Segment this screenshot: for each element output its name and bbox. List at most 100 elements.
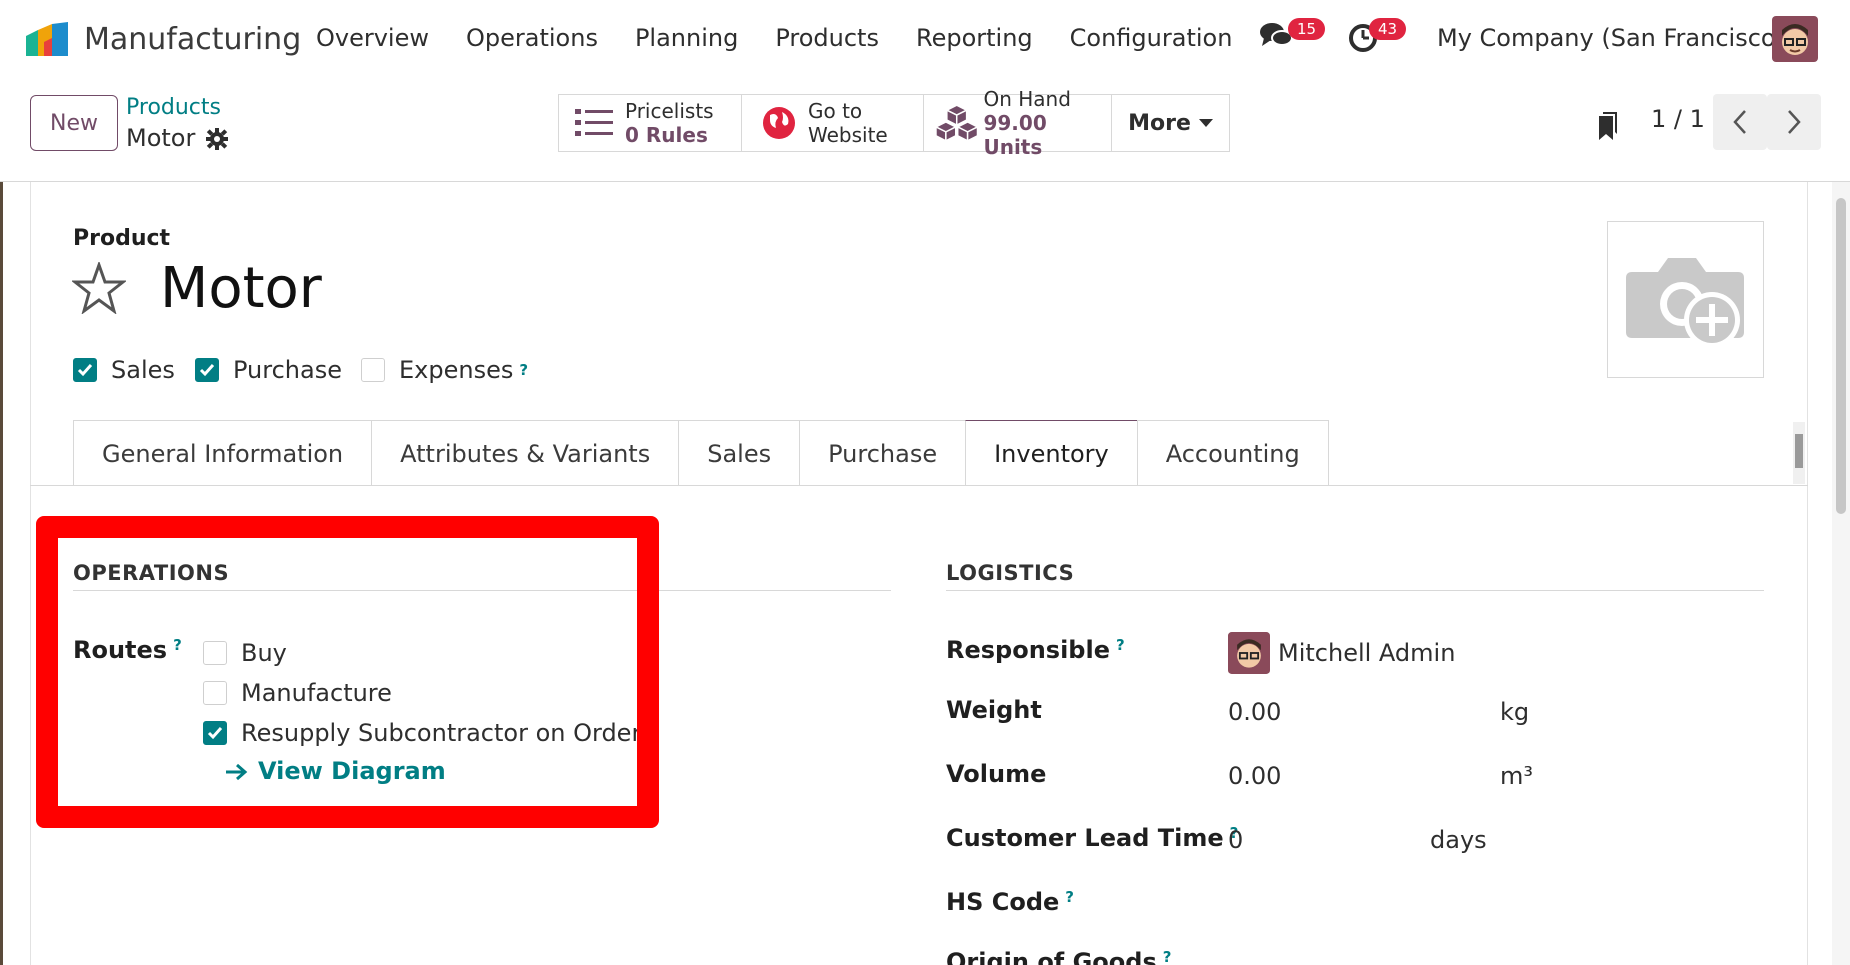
pricelists-value: 0 Rules	[625, 123, 708, 147]
route-buy-label: Buy	[241, 639, 287, 667]
customer-lead-time-label: Customer Lead Time?	[946, 824, 1238, 852]
logistics-section-title: LOGISTICS	[946, 561, 1075, 585]
expenses-label: Expenses	[399, 356, 514, 384]
globe-icon	[763, 107, 795, 139]
pager-value[interactable]: 1 / 1	[1651, 105, 1705, 133]
pricelists-smart-button[interactable]: Pricelists 0 Rules	[558, 94, 742, 152]
route-buy[interactable]: Buy	[203, 639, 287, 667]
weight-input[interactable]: 0.00	[1228, 698, 1281, 726]
help-icon[interactable]: ?	[519, 361, 528, 379]
view-diagram-label: View Diagram	[258, 757, 446, 785]
product-name[interactable]: Motor	[160, 256, 322, 321]
route-resupply-label: Resupply Subcontractor on Order	[241, 719, 642, 747]
camera-plus-icon	[1625, 257, 1744, 348]
routes-label-text: Routes	[73, 636, 168, 664]
top-navbar: Manufacturing Overview Operations Planni…	[0, 0, 1850, 80]
arrow-right-icon	[226, 763, 248, 781]
star-icon[interactable]	[72, 262, 126, 314]
tabs-scrollbar[interactable]	[1793, 422, 1805, 484]
purchase-label: Purchase	[233, 356, 342, 384]
main-menu: Overview Operations Planning Products Re…	[316, 24, 1269, 52]
product-type-label: Product	[73, 226, 171, 251]
purchase-checkbox[interactable]	[195, 358, 219, 382]
route-manufacture-label: Manufacture	[241, 679, 392, 707]
route-resupply-subcontractor[interactable]: Resupply Subcontractor on Order	[203, 719, 641, 747]
tabs-scrollbar-thumb[interactable]	[1795, 434, 1803, 468]
weight-unit: kg	[1500, 698, 1530, 726]
tab-inventory[interactable]: Inventory	[965, 420, 1138, 486]
hs-code-label: HS Code?	[946, 888, 1074, 916]
responsible-label-text: Responsible	[946, 636, 1110, 664]
route-manufacture[interactable]: Manufacture	[203, 679, 392, 707]
chevron-right-icon	[1788, 110, 1801, 134]
customer-lead-time-input[interactable]: 0	[1228, 826, 1243, 854]
pricelists-label: Pricelists	[625, 99, 714, 123]
check-icon	[207, 727, 223, 740]
route-resupply-checkbox[interactable]	[203, 721, 227, 745]
more-dropdown-button[interactable]: More	[1111, 94, 1230, 152]
page-scrollbar-thumb[interactable]	[1836, 198, 1846, 514]
tab-accounting[interactable]: Accounting	[1136, 420, 1329, 486]
messages-count-badge: 15	[1288, 18, 1326, 40]
menu-configuration[interactable]: Configuration	[1070, 24, 1233, 52]
avatar-icon	[1772, 16, 1818, 62]
volume-unit: m³	[1500, 762, 1533, 790]
tab-attributes-variants[interactable]: Attributes & Variants	[371, 420, 680, 486]
manufacturing-app-icon[interactable]	[22, 22, 72, 58]
help-icon[interactable]: ?	[1116, 636, 1125, 654]
purchase-checkbox-row[interactable]: Purchase	[195, 356, 342, 384]
chevron-left-icon	[1733, 110, 1746, 134]
activities-button[interactable]: 43	[1347, 16, 1407, 60]
logistics-divider	[946, 590, 1764, 591]
origin-of-goods-label-text: Origin of Goods	[946, 948, 1157, 965]
gear-icon[interactable]	[206, 128, 228, 150]
tab-general-information[interactable]: General Information	[73, 420, 373, 486]
operations-divider	[73, 590, 891, 591]
tab-purchase[interactable]: Purchase	[799, 420, 967, 486]
customer-lead-time-unit: days	[1430, 826, 1487, 854]
caret-down-icon	[1198, 119, 1213, 127]
volume-label: Volume	[946, 760, 1047, 788]
responsible-field[interactable]: Mitchell Admin	[1228, 632, 1455, 674]
bookmark-icon[interactable]	[1595, 110, 1619, 142]
volume-input[interactable]: 0.00	[1228, 762, 1281, 790]
messages-button[interactable]: 15	[1258, 16, 1326, 60]
previous-record-button[interactable]	[1713, 94, 1767, 150]
expenses-checkbox-row[interactable]: Expenses ?	[361, 356, 528, 384]
help-icon[interactable]: ?	[173, 636, 182, 654]
sales-label: Sales	[111, 356, 175, 384]
responsible-label: Responsible?	[946, 636, 1125, 664]
go-to-website-button[interactable]: Go to Website	[741, 94, 924, 152]
help-icon[interactable]: ?	[1065, 888, 1074, 906]
responsible-value: Mitchell Admin	[1278, 639, 1456, 667]
app-name[interactable]: Manufacturing	[84, 22, 301, 57]
route-buy-checkbox[interactable]	[203, 641, 227, 665]
help-icon[interactable]: ?	[1163, 948, 1172, 965]
next-record-button[interactable]	[1767, 94, 1821, 150]
menu-products[interactable]: Products	[775, 24, 879, 52]
tab-sales[interactable]: Sales	[678, 420, 801, 486]
breadcrumb-current: Motor	[126, 124, 196, 152]
menu-planning[interactable]: Planning	[635, 24, 738, 52]
route-manufacture-checkbox[interactable]	[203, 681, 227, 705]
page-scrollbar[interactable]	[1832, 182, 1850, 965]
activities-count-badge: 43	[1369, 18, 1407, 40]
expenses-checkbox[interactable]	[361, 358, 385, 382]
product-image-upload[interactable]	[1607, 221, 1764, 378]
on-hand-smart-button[interactable]: On Hand 99.00 Units	[923, 87, 1112, 159]
menu-overview[interactable]: Overview	[316, 24, 429, 52]
view-diagram-link[interactable]: View Diagram	[224, 757, 446, 785]
on-hand-label: On Hand	[983, 87, 1071, 111]
hs-code-label-text: HS Code	[946, 888, 1060, 916]
notebook-tabs: General Information Attributes & Variant…	[73, 420, 1329, 486]
user-avatar[interactable]	[1772, 16, 1818, 62]
sales-checkbox-row[interactable]: Sales	[73, 356, 175, 384]
breadcrumb-products-link[interactable]: Products	[126, 95, 221, 120]
sales-checkbox[interactable]	[73, 358, 97, 382]
left-edge	[0, 182, 3, 965]
menu-operations[interactable]: Operations	[466, 24, 598, 52]
company-switcher[interactable]: My Company (San Francisco)	[1437, 24, 1785, 52]
menu-reporting[interactable]: Reporting	[916, 24, 1033, 52]
new-button[interactable]: New	[30, 95, 118, 151]
tabs-divider	[30, 485, 1808, 486]
